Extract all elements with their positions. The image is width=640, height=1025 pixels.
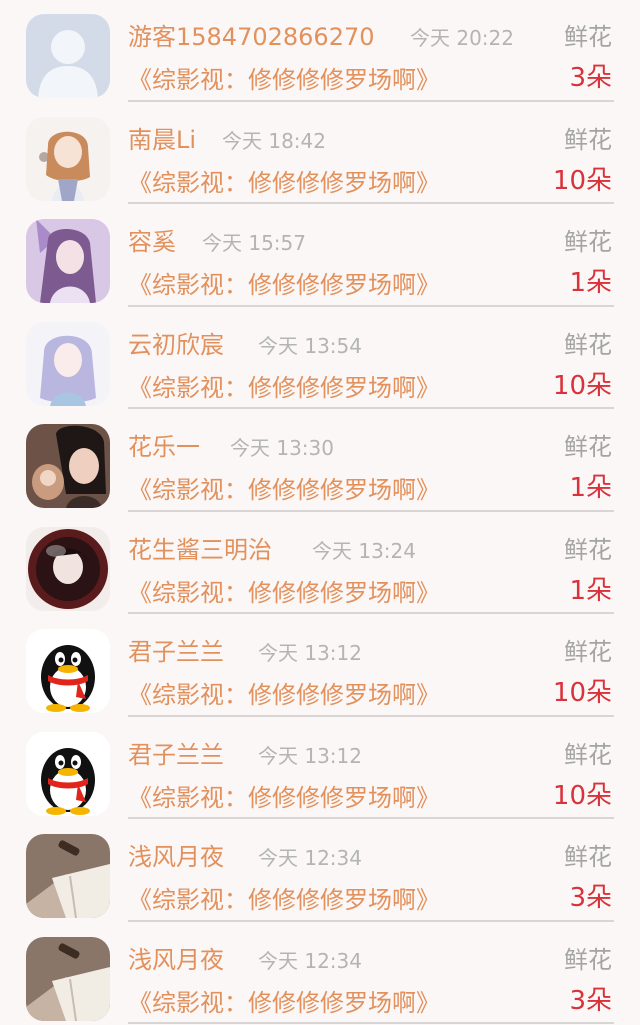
avatar[interactable] — [26, 527, 110, 611]
avatar[interactable] — [26, 834, 110, 918]
gift-count: 1朵 — [569, 266, 612, 300]
gift-count: 3朵 — [569, 984, 612, 1018]
book-title[interactable]: 《综影视：修修修修罗场啊》 — [128, 63, 440, 97]
gift-count: 10朵 — [553, 676, 612, 710]
gift-count: 1朵 — [569, 471, 612, 505]
timestamp: 今天 15:57 — [202, 228, 306, 258]
purple-girl-avatar-icon — [26, 219, 110, 303]
user-name[interactable]: 云初欣宸 — [128, 328, 224, 362]
open-book-avatar-icon — [26, 834, 110, 918]
gift-type-label: 鲜花 — [564, 20, 612, 54]
list-item[interactable]: 君子兰兰 今天 13:12 鲜花 《综影视：修修修修罗场啊》 10朵 — [0, 718, 640, 821]
timestamp: 今天 13:54 — [258, 331, 362, 361]
gift-count: 10朵 — [553, 779, 612, 813]
book-title[interactable]: 《综影视：修修修修罗场啊》 — [128, 576, 440, 610]
row-divider — [128, 305, 614, 307]
timestamp: 今天 13:24 — [312, 536, 416, 566]
gift-type-label: 鲜花 — [564, 328, 612, 362]
row-divider — [128, 1022, 614, 1024]
row-divider — [128, 817, 614, 819]
list-item[interactable]: 花乐一 今天 13:30 鲜花 《综影视：修修修修罗场啊》 1朵 — [0, 410, 640, 513]
user-name[interactable]: 花生酱三明治 — [128, 533, 272, 567]
gift-count: 3朵 — [569, 61, 612, 95]
row-divider — [128, 100, 614, 102]
avatar[interactable] — [26, 629, 110, 713]
book-title[interactable]: 《综影视：修修修修罗场啊》 — [128, 473, 440, 507]
list-item[interactable]: 浅风月夜 今天 12:34 鲜花 《综影视：修修修修罗场啊》 3朵 — [0, 820, 640, 923]
gift-type-label: 鲜花 — [564, 635, 612, 669]
book-title[interactable]: 《综影视：修修修修罗场啊》 — [128, 883, 440, 917]
gift-count: 1朵 — [569, 574, 612, 608]
timestamp: 今天 12:34 — [258, 843, 362, 873]
gift-type-label: 鲜花 — [564, 225, 612, 259]
sphere-art-avatar-icon — [26, 527, 110, 611]
gift-type-label: 鲜花 — [564, 123, 612, 157]
timestamp: 今天 18:42 — [222, 126, 326, 156]
list-item[interactable]: 容奚 今天 15:57 鲜花 《综影视：修修修修罗场啊》 1朵 — [0, 205, 640, 308]
list-item[interactable]: 南晨Li 今天 18:42 鲜花 《综影视：修修修修罗场啊》 10朵 — [0, 103, 640, 206]
gift-count: 10朵 — [553, 164, 612, 198]
avatar[interactable] — [26, 322, 110, 406]
book-title[interactable]: 《综影视：修修修修罗场啊》 — [128, 166, 440, 200]
user-name[interactable]: 花乐一 — [128, 430, 200, 464]
gift-record-list: 游客1584702866270 今天 20:22 鲜花 《综影视：修修修修罗场啊… — [0, 0, 640, 1022]
list-item[interactable]: 云初欣宸 今天 13:54 鲜花 《综影视：修修修修罗场啊》 10朵 — [0, 308, 640, 411]
avatar[interactable] — [26, 219, 110, 303]
gift-type-label: 鲜花 — [564, 943, 612, 977]
qq-penguin-avatar-icon — [26, 732, 110, 816]
list-item[interactable]: 游客1584702866270 今天 20:22 鲜花 《综影视：修修修修罗场啊… — [0, 0, 640, 103]
timestamp: 今天 20:22 — [410, 23, 514, 53]
timestamp: 今天 13:12 — [258, 741, 362, 771]
gift-count: 3朵 — [569, 881, 612, 915]
user-name[interactable]: 南晨Li — [128, 123, 196, 157]
book-title[interactable]: 《综影视：修修修修罗场啊》 — [128, 986, 440, 1020]
book-title[interactable]: 《综影视：修修修修罗场啊》 — [128, 371, 440, 405]
row-divider — [128, 407, 614, 409]
photo-girl-avatar-icon — [26, 424, 110, 508]
avatar[interactable] — [26, 732, 110, 816]
book-title[interactable]: 《综影视：修修修修罗场啊》 — [128, 268, 440, 302]
user-name[interactable]: 君子兰兰 — [128, 738, 224, 772]
user-name[interactable]: 浅风月夜 — [128, 840, 224, 874]
gift-type-label: 鲜花 — [564, 533, 612, 567]
gift-type-label: 鲜花 — [564, 430, 612, 464]
book-title[interactable]: 《综影视：修修修修罗场啊》 — [128, 678, 440, 712]
row-divider — [128, 920, 614, 922]
row-divider — [128, 202, 614, 204]
default-user-avatar-icon — [26, 14, 110, 98]
qq-penguin-avatar-icon — [26, 629, 110, 713]
row-divider — [128, 510, 614, 512]
user-name[interactable]: 浅风月夜 — [128, 943, 224, 977]
timestamp: 今天 12:34 — [258, 946, 362, 976]
list-item[interactable]: 君子兰兰 今天 13:12 鲜花 《综影视：修修修修罗场啊》 10朵 — [0, 615, 640, 718]
gift-count: 10朵 — [553, 369, 612, 403]
user-name[interactable]: 君子兰兰 — [128, 635, 224, 669]
avatar[interactable] — [26, 14, 110, 98]
lavender-girl-avatar-icon — [26, 322, 110, 406]
user-name[interactable]: 游客1584702866270 — [128, 20, 375, 54]
book-title[interactable]: 《综影视：修修修修罗场啊》 — [128, 781, 440, 815]
list-item[interactable]: 浅风月夜 今天 12:34 鲜花 《综影视：修修修修罗场啊》 3朵 — [0, 923, 640, 1025]
gift-type-label: 鲜花 — [564, 738, 612, 772]
avatar[interactable] — [26, 117, 110, 201]
timestamp: 今天 13:30 — [230, 433, 334, 463]
avatar[interactable] — [26, 937, 110, 1021]
avatar[interactable] — [26, 424, 110, 508]
anime-girl-avatar-icon — [26, 117, 110, 201]
user-name[interactable]: 容奚 — [128, 225, 176, 259]
list-item[interactable]: 花生酱三明治 今天 13:24 鲜花 《综影视：修修修修罗场啊》 1朵 — [0, 513, 640, 616]
row-divider — [128, 715, 614, 717]
row-divider — [128, 612, 614, 614]
timestamp: 今天 13:12 — [258, 638, 362, 668]
gift-type-label: 鲜花 — [564, 840, 612, 874]
open-book-avatar-icon — [26, 937, 110, 1021]
